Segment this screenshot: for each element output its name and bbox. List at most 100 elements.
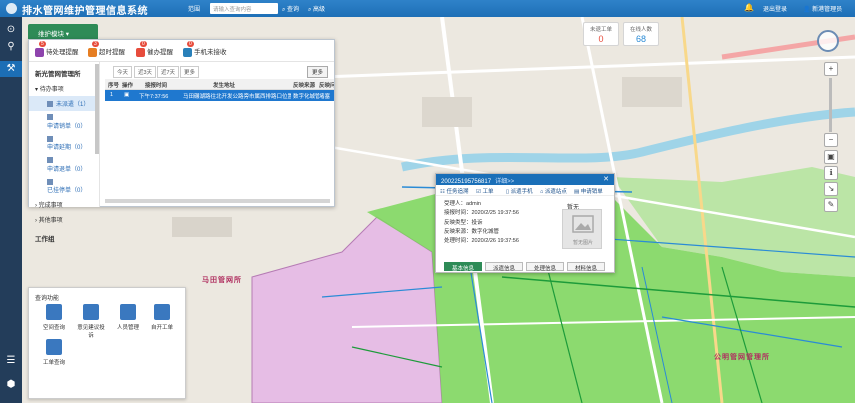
close-icon[interactable]: ✕ [603, 175, 609, 183]
dispatch-site-button[interactable]: ⌂ 派遣站点 [540, 187, 567, 195]
scope-dropdown[interactable]: 范围 [188, 4, 200, 13]
spatial-query-button[interactable]: 空间查询 [39, 304, 69, 331]
row-source: 数字化城管 [293, 94, 319, 100]
self-order-icon [154, 304, 170, 320]
incident-popup: 200225195756817 详细>> ✕ ☷ 任务追溯 ☑ 工单 ▯ 派遣手机… [435, 173, 615, 273]
reminder-urge[interactable]: 0 催办提醒 [136, 41, 173, 57]
module-tab[interactable]: 维护模块 ▾ [28, 24, 98, 39]
tree-group-other-label: 其他事项 [38, 218, 63, 225]
field-type: 反映类型：投诉 [444, 219, 483, 226]
popup-header: 200225195756817 详细>> ✕ [436, 174, 614, 185]
tree-workgroup[interactable]: 工作组 [29, 227, 99, 246]
field-receiver: 受理人：admin [444, 201, 481, 207]
tree-group-pending-label: 待办事项 [39, 87, 64, 93]
reminder-overdue-icon [88, 47, 97, 57]
app-title: 排水管网维护管理信息系统 [22, 6, 148, 17]
advanced-button[interactable]: ⌕ 高级 [308, 4, 325, 14]
trace-button[interactable]: ☷ 任务追溯 [440, 187, 468, 195]
logout-button[interactable]: 退出登录 [763, 4, 787, 13]
search-input[interactable]: 请输入查询内容 [210, 3, 278, 14]
row-action-icon[interactable]: ▣ [124, 92, 129, 98]
list-icon[interactable]: ☰ [3, 353, 19, 369]
dispatch-phone-button[interactable]: ▯ 派遣手机 [506, 187, 533, 195]
task-list: 今天 近3天 近7天 更多 更多 序号 操作 接报时间 发生地址 反映来源 反映… [105, 62, 334, 207]
row-address: 马田碾湖路往北开发公路旁市属西排路口位置 [183, 94, 291, 100]
image-icon [572, 215, 594, 233]
location-icon[interactable]: ⚲ [3, 39, 19, 55]
reminder-phone[interactable]: 0 手机未接收 [183, 41, 227, 57]
reminder-pending-icon [35, 47, 44, 57]
self-order-label: 自开工单 [150, 325, 173, 331]
filter-7days[interactable]: 近7天 [157, 66, 180, 78]
tools-icon[interactable]: ⚒ [0, 61, 22, 77]
tree-scrollbar[interactable] [95, 64, 99, 154]
module-panel: 5 待处理提醒 3 超时提醒 0 催办提醒 0 手机未接收 新光管网管理所 ▾ 待办事项… [28, 39, 335, 243]
tree-group-done[interactable]: › 完成事项 [29, 197, 99, 212]
trace-label: 任务追溯 [446, 189, 469, 195]
reminder-phone-label: 手机未接收 [194, 49, 227, 56]
user-menu[interactable]: 👤 新港管理员 [803, 4, 842, 13]
zoom-out-button[interactable]: − [824, 133, 838, 147]
complaint-icon [83, 304, 99, 320]
order-query-icon [46, 339, 62, 355]
field-source: 反映来源：数字化城管 [444, 228, 500, 235]
workorder-button[interactable]: ☑ 工单 [476, 187, 493, 195]
image-icon[interactable]: ▣ [824, 150, 838, 164]
tab-dispatch[interactable]: 派遣信息 [485, 262, 523, 272]
reminder-urge-badge: 0 [140, 41, 147, 47]
stat-unfinished-value: 0 [598, 34, 604, 44]
table-row[interactable]: 1 ▣ 下午7:37:56 马田碾湖路往北开发公路旁市属西排路口位置 数字化城管… [105, 90, 334, 101]
tree-item-suspended[interactable]: 已挂停单（0） [29, 176, 99, 198]
cube-icon[interactable]: ⬢ [3, 377, 19, 393]
reminder-pending[interactable]: 5 待处理提醒 [35, 41, 79, 57]
row-issue: 堵塞 [319, 94, 331, 100]
zoom-in-button[interactable]: + [824, 62, 838, 76]
measure-icon[interactable]: ↘ [824, 182, 838, 196]
tree-item-undispatched[interactable]: 未派遣（1） [29, 96, 99, 111]
play-icon[interactable]: ⊙ [3, 22, 19, 38]
query-button[interactable]: ⌕ 查询 [282, 4, 299, 14]
region-label-gongming: 公明管网管理所 [714, 354, 770, 361]
tree-item-return[interactable]: 申请退单（0） [29, 154, 99, 176]
reminder-overdue[interactable]: 3 超时提醒 [88, 41, 125, 57]
tree-group-pending[interactable]: ▾ 待办事项 [29, 81, 99, 96]
tree-item-cancel[interactable]: 申请销单（0） [29, 111, 99, 133]
stat-online-label: 在线人数 [629, 27, 652, 33]
stat-online-value: 68 [635, 34, 646, 44]
compass-icon[interactable] [817, 30, 839, 52]
tab-basic[interactable]: 基本信息 [444, 262, 482, 272]
tree-item-label: 已挂停单（0） [47, 188, 87, 195]
zoom-slider[interactable] [829, 78, 832, 132]
info-icon[interactable]: ℹ [824, 166, 838, 180]
tree-item-label: 未派遣（1） [56, 102, 90, 108]
filter-today[interactable]: 今天 [113, 66, 133, 78]
filter-3days[interactable]: 近3天 [134, 66, 157, 78]
folder-icon [47, 101, 53, 108]
self-order-button[interactable]: 自开工单 [147, 304, 177, 331]
tree-item-label: 申请延期（0） [47, 145, 87, 152]
tree-group-other[interactable]: › 其他事项 [29, 212, 99, 227]
filter-more[interactable]: 更多 [180, 66, 200, 78]
table-scrollbar[interactable] [105, 199, 330, 203]
tab-materials[interactable]: 材料信息 [567, 262, 605, 272]
app-logo-icon [6, 3, 17, 14]
reminder-phone-icon [183, 47, 192, 57]
more-button[interactable]: 更多 [306, 66, 328, 78]
tab-process[interactable]: 处理信息 [526, 262, 564, 272]
stat-unfinished: 未退工单 0 [583, 22, 619, 46]
cancel-request-button[interactable]: ▤ 申请销单 [574, 187, 603, 195]
stat-online: 在线人数 68 [623, 22, 659, 46]
cancel-request-label: 申请销单 [580, 189, 603, 195]
filter-bar: 今天 近3天 近7天 更多 更多 [105, 66, 334, 79]
order-query-button[interactable]: 工单查询 [39, 339, 69, 366]
reminder-phone-badge: 0 [187, 41, 194, 47]
bell-icon[interactable]: 🔔 [744, 3, 754, 12]
complaint-button[interactable]: 意见建议投诉 [76, 304, 106, 339]
reminders-bar: 5 待处理提醒 3 超时提醒 0 催办提醒 0 手机未接收 [29, 40, 334, 62]
query-label: 查询 [287, 7, 300, 13]
col-source: 反映来源 [293, 83, 316, 89]
staff-button[interactable]: 人员管理 [113, 304, 143, 331]
edit-icon[interactable]: ✎ [824, 198, 838, 212]
tree-item-extend[interactable]: 申请延期（0） [29, 133, 99, 155]
workorder-label: 工单 [482, 189, 494, 195]
